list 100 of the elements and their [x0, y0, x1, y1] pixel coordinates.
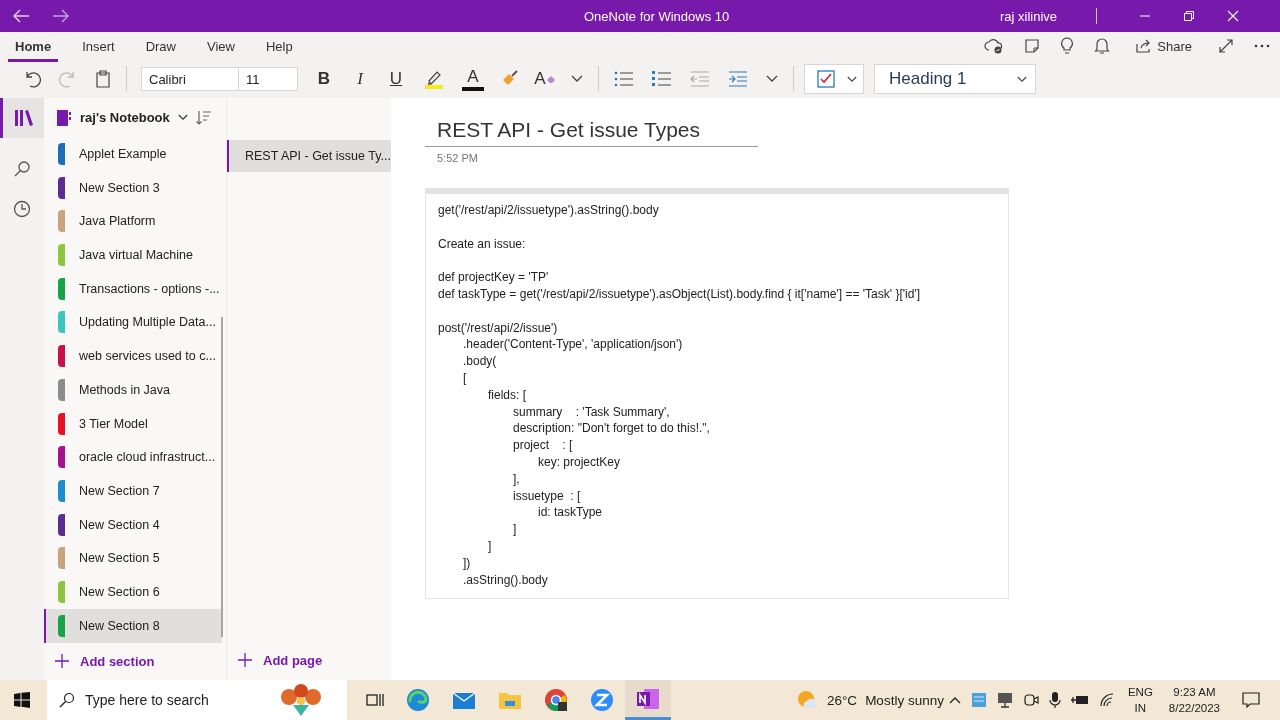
section-item[interactable]: New Section 4 — [44, 507, 222, 542]
clock-time[interactable]: 9:23 AM — [1173, 684, 1216, 700]
section-item[interactable]: New Section 8 — [44, 608, 222, 643]
section-item[interactable]: Transactions - options -... — [44, 271, 222, 306]
increase-indent-icon[interactable] — [728, 71, 748, 87]
section-item[interactable]: New Section 3 — [44, 170, 222, 205]
weather-condition[interactable]: Mostly sunny — [865, 692, 944, 708]
section-item[interactable]: Java Platform — [44, 204, 222, 239]
note-text-line: ] — [487, 537, 493, 555]
note-text-line: [ — [462, 369, 468, 387]
note-text-line: Create an issue: — [438, 235, 527, 253]
chevron-down-icon[interactable] — [766, 75, 778, 83]
more-options-icon[interactable] — [1254, 44, 1270, 48]
mail-icon[interactable] — [452, 690, 476, 710]
bullet-list-icon[interactable] — [614, 71, 634, 87]
notification-icon[interactable] — [1242, 692, 1260, 708]
underline-button[interactable]: U — [378, 64, 414, 94]
forward-arrow-icon[interactable] — [52, 9, 70, 23]
section-item[interactable]: web services used to c... — [44, 339, 222, 373]
ribbon-tab[interactable]: Help — [258, 34, 300, 62]
share-button[interactable]: Share — [1130, 37, 1198, 55]
note-text-line: ] — [512, 521, 518, 538]
restore-icon[interactable] — [1183, 10, 1195, 22]
note-text-line: ], — [512, 470, 521, 488]
taskbar-search-field[interactable]: Type here to search — [47, 680, 347, 720]
recent-clock-icon[interactable] — [13, 200, 31, 218]
chevron-up-icon[interactable] — [948, 696, 961, 704]
notebook-selector[interactable]: raj's Notebook — [56, 108, 188, 127]
section-item[interactable]: Applet Example — [44, 137, 222, 171]
back-arrow-icon[interactable] — [12, 9, 30, 23]
note-text-line: project : [ — [512, 437, 574, 454]
chevron-down-icon[interactable] — [571, 75, 583, 83]
note-text-line: description: "Don't forget to do this!.", — [512, 420, 711, 438]
task-view-icon[interactable] — [366, 692, 384, 708]
close-icon[interactable] — [1227, 10, 1239, 22]
chevron-down-icon — [847, 75, 857, 83]
onenote-taskbar-button[interactable] — [625, 680, 671, 720]
user-name[interactable]: raj xilinive — [1000, 8, 1096, 24]
edge-browser-icon[interactable] — [406, 688, 430, 712]
chrome-browser-icon[interactable] — [544, 688, 568, 712]
window-title: OneNote for Windows 10 — [584, 8, 731, 24]
region-indicator[interactable]: IN — [1134, 700, 1147, 716]
font-color-button[interactable]: A — [462, 67, 484, 91]
section-item[interactable]: 3 Tier Model — [44, 406, 222, 441]
clipboard-icon[interactable] — [95, 70, 111, 88]
section-item[interactable]: New Section 5 — [44, 541, 222, 576]
expand-icon[interactable] — [1218, 38, 1234, 54]
page-title[interactable]: REST API - Get issue Types — [425, 118, 758, 147]
add-page-button[interactable]: Add page — [227, 640, 391, 680]
microphone-icon[interactable] — [1048, 691, 1061, 709]
sync-cloud-icon[interactable] — [984, 38, 1005, 54]
folder-icon[interactable] — [498, 690, 522, 710]
monitor-icon[interactable] — [996, 692, 1013, 708]
note-text-line: ]) — [462, 554, 472, 572]
weather-temperature[interactable]: 26°C — [826, 692, 858, 708]
windows-start-icon[interactable] — [14, 692, 30, 708]
section-item[interactable]: New Section 6 — [44, 575, 222, 609]
zoom-app-icon[interactable] — [590, 688, 614, 712]
highlighter-icon[interactable] — [423, 69, 445, 89]
battery-plug-icon[interactable] — [1070, 694, 1089, 706]
section-item[interactable]: Java virtual Machine — [44, 238, 222, 272]
note-text-line: key: projectKey — [537, 453, 622, 471]
format-painter-icon[interactable] — [501, 70, 519, 88]
todo-tag-button[interactable] — [804, 64, 864, 94]
note-text-line: .asString().body — [462, 571, 549, 589]
search-icon[interactable] — [13, 160, 31, 178]
ribbon-tab[interactable]: Home — [8, 34, 59, 62]
language-indicator[interactable]: ENG — [1127, 684, 1153, 700]
lightbulb-icon[interactable] — [1060, 37, 1075, 55]
note-text-line: .header('Content-Type', 'application/json') — [462, 336, 684, 354]
section-item[interactable]: New Section 7 — [44, 474, 222, 508]
note-text-line: .body( — [462, 353, 498, 370]
note-text-line: post('/rest/api/2/issue') — [438, 319, 559, 337]
sticky-note-icon[interactable] — [1024, 38, 1041, 54]
notebooks-button[interactable] — [0, 98, 44, 138]
clock-date[interactable]: 8/22/2023 — [1168, 700, 1220, 716]
camera-icon[interactable] — [1022, 692, 1039, 708]
numbered-list-icon[interactable] — [652, 71, 672, 87]
section-item[interactable]: Updating Multiple Data... — [44, 305, 222, 340]
books-icon — [13, 109, 34, 127]
bold-button[interactable]: B — [306, 64, 342, 94]
undo-icon[interactable] — [23, 70, 41, 88]
sort-icon[interactable] — [196, 109, 212, 126]
share-icon — [1136, 39, 1153, 53]
onenote-app-icon — [636, 686, 660, 711]
section-item[interactable]: Methods in Java — [44, 373, 222, 407]
page-item[interactable]: REST API - Get issue Ty... — [227, 140, 391, 172]
note-text-line: id: taskType — [537, 504, 604, 522]
bell-icon[interactable] — [1094, 37, 1111, 55]
wifi-icon[interactable] — [1098, 693, 1115, 707]
italic-button[interactable]: I — [342, 64, 378, 94]
ribbon-tab[interactable]: Draw — [138, 34, 183, 62]
note-text-line: def projectKey = 'TP' — [438, 269, 550, 286]
style-dropdown[interactable]: Heading 1 — [874, 64, 1036, 94]
add-section-button[interactable]: Add section — [44, 642, 226, 680]
checkbox-icon — [817, 70, 835, 88]
clear-formatting-button[interactable]: A — [528, 64, 562, 94]
section-item[interactable]: oracle cloud infrastruct... — [44, 440, 222, 475]
ribbon-tab[interactable]: Insert — [75, 34, 122, 62]
ribbon-tab[interactable]: View — [200, 34, 242, 62]
